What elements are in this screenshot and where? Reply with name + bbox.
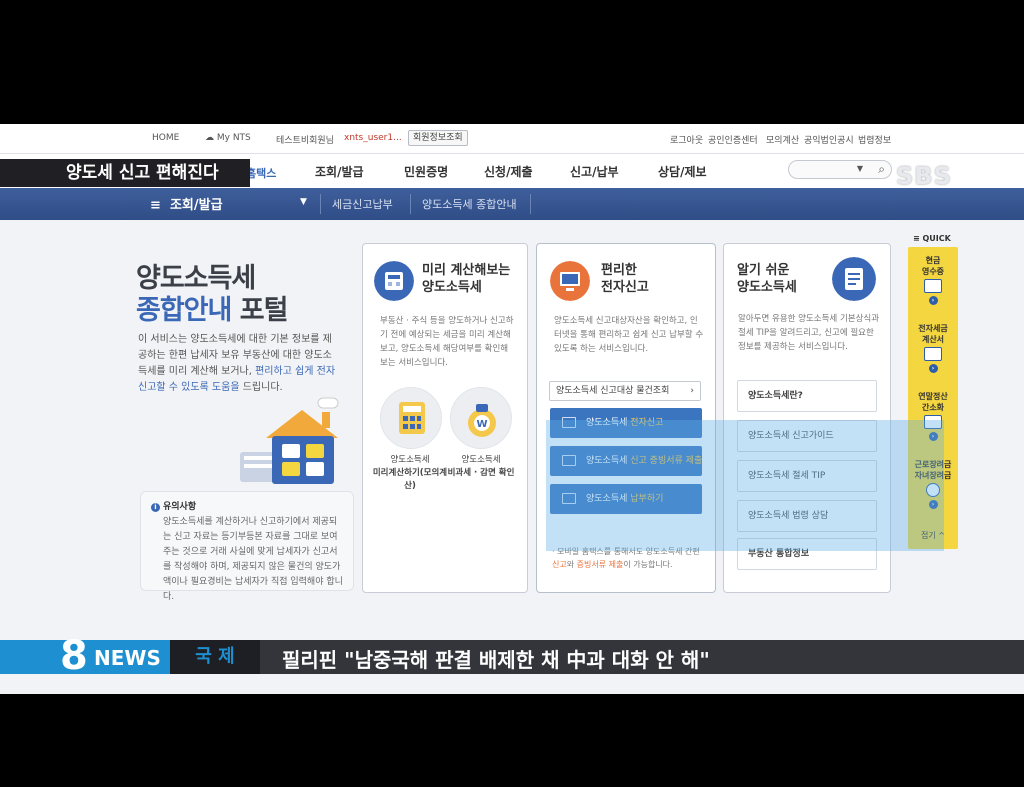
hometax-screen: HOME ☁ My NTS 테스트비회원님 xnts_user1... 회원정보… (0, 124, 1024, 694)
logout-link[interactable]: 로그아웃 (670, 133, 703, 146)
chevron-down-icon[interactable]: ▼ (300, 197, 307, 207)
calculator-icon (399, 402, 425, 434)
tax-exemption-label-l1: 양도소득세 (461, 455, 501, 465)
news-logo-number: 8 (60, 633, 88, 679)
news-logo-word: NEWS (94, 646, 161, 670)
quick-year-end-label: 연말정산 간소화 (918, 392, 948, 412)
hometax-logo[interactable]: 홈택스 (246, 165, 276, 181)
sbs-logo: SBS (896, 162, 952, 190)
quick-e-invoice[interactable]: 전자세금 계산서 › (908, 323, 958, 373)
ticker-text: 필리핀 "남중국해 판결 배제한 채 中과 대화 안 해" (282, 648, 710, 672)
mynts-label: My NTS (216, 133, 251, 143)
divider (320, 194, 321, 214)
tax-exemption-button[interactable]: W (450, 387, 512, 449)
mobile-note-orange1: 신고 (552, 560, 567, 569)
hero-desc-end: 드립니다. (239, 382, 283, 393)
notice-box: i 유의사항 양도소득세를 계산하거나 신고하기에서 제공되는 신고 자료는 등기… (140, 491, 354, 602)
tax-exemption-label[interactable]: 양도소득세비과세 · 감면 확인 (443, 454, 519, 480)
news-ticker: 8 NEWS 국 제 필리핀 "남중국해 판결 배제한 채 中과 대화 안 해" (0, 633, 1024, 679)
arrow-icon: › (928, 296, 938, 305)
card1-title: 미리 계산해보는 양도소득세 (422, 263, 511, 295)
quick-label: ≡ QUICK (913, 234, 951, 243)
mock-calc-label[interactable]: 양도소득세미리계산하기(모의계산) (372, 454, 448, 493)
submenu-label: 조회/발급 (169, 198, 223, 213)
mobile-note-end: 이 가능합니다. (623, 560, 673, 569)
mock-calc-button[interactable] (380, 387, 442, 449)
tax-exemption-label-l2: 비과세 · 감면 확인 (447, 468, 515, 478)
computer-icon (550, 261, 590, 301)
cloud-icon: ☁ (205, 133, 214, 143)
invoice-icon (924, 347, 942, 361)
mock-calc-link[interactable]: 모의계산 (766, 133, 799, 146)
public-corp-link[interactable]: 공익법인공시 (804, 133, 854, 146)
money-bag-icon: W (468, 404, 496, 437)
quick-e-invoice-label: 전자세금 계산서 (918, 324, 948, 344)
quick-cash-receipt-label: 현금 영수증 (921, 256, 945, 276)
asset-inquiry-select[interactable]: 양도소득세 신고대상 물건조회 › (549, 381, 701, 401)
search-icon[interactable]: ⌕ (878, 162, 885, 177)
nav-apply[interactable]: 신청/제출 (484, 163, 533, 180)
document-list-icon (832, 257, 876, 301)
card3-title: 알기 쉬운 양도소득세 (737, 263, 797, 295)
utility-bar: HOME ☁ My NTS 테스트비회원님 xnts_user1... 회원정보… (0, 124, 1024, 154)
news-logo: 8 NEWS (0, 633, 170, 679)
divider (530, 194, 531, 214)
search-input[interactable]: ▼ ⌕ (788, 160, 892, 179)
info-icon: i (151, 503, 160, 512)
arrow-icon: › (928, 364, 938, 373)
notice-title-text: 유의사항 (163, 502, 197, 512)
mobile-note-orange2: 증빙서류 제출 (576, 560, 624, 569)
mock-calc-label-l1: 양도소득세 (390, 455, 430, 465)
quick-cash-receipt[interactable]: 현금 영수증 › (908, 255, 958, 305)
mock-calc-label-l2: 미리계산하기(모의계산) (372, 468, 448, 491)
user-name: 테스트비회원님 (276, 136, 334, 146)
nav-report-pay[interactable]: 신고/납부 (570, 163, 619, 180)
breadcrumb-capital-gains[interactable]: 양도소득세 종합안내 (422, 196, 517, 212)
page-title-blue: 종합안내 (136, 295, 232, 326)
member-info-button[interactable]: 회원정보조회 (408, 130, 468, 146)
nav-inquiry[interactable]: 조회/발급 (315, 163, 364, 180)
highlight-overlay (546, 420, 944, 551)
quick-label-text: QUICK (922, 234, 951, 243)
svg-text:W: W (476, 419, 487, 430)
sub-nav: ≡ 조회/발급 ▼ 세금신고납부 양도소득세 종합안내 (0, 188, 1024, 220)
mobile-note-mid: 와 (566, 560, 577, 569)
home-link[interactable]: HOME (152, 133, 179, 143)
house-calculator-illustration (240, 397, 339, 484)
divider (410, 194, 411, 214)
guide-what-is[interactable]: 양도소득세란? (737, 380, 877, 412)
tax-calc-icon (374, 261, 414, 301)
breadcrumb-tax-report[interactable]: 세금신고납부 (332, 196, 393, 212)
nav-consult[interactable]: 상담/제보 (658, 163, 707, 180)
news-headline: 양도세 신고 편해진다 (0, 159, 250, 187)
nav-certificate[interactable]: 민원증명 (404, 163, 448, 180)
card2-title: 편리한 전자신고 (601, 263, 649, 295)
receipt-icon (924, 279, 942, 293)
user-id: xnts_user1... (344, 133, 402, 143)
hero-description: 이 서비스는 양도소득세에 대한 기본 정보를 제공하는 한편 납세자 보유 부… (138, 332, 338, 396)
asset-inquiry-label: 양도소득세 신고대상 물건조회 (556, 386, 670, 396)
mynts-link[interactable]: ☁ My NTS (205, 133, 251, 143)
notice-text: 양도소득세를 계산하거나 신고하기에서 제공되는 신고 자료는 등기부등본 자료… (163, 517, 343, 602)
card1-description: 부동산 · 주식 등을 양도하거나 신고하기 전에 예상되는 세금을 미리 계산… (380, 316, 514, 368)
submenu-toggle[interactable]: ≡ 조회/발급 (150, 194, 223, 213)
chevron-right-icon: › (690, 386, 694, 396)
law-info-link[interactable]: 법령정보 (858, 133, 891, 146)
card2-description: 양도소득세 신고대상자산을 확인하고, 인터넷을 통해 편리하고 쉽게 신고 납… (554, 316, 704, 354)
card3-description: 알아두면 유용한 양도소득세 기본상식과 절세 TIP을 알려드리고, 신고에 … (738, 314, 880, 352)
notice-title: i 유의사항 (151, 500, 343, 515)
page-title-line2: 종합안내 포털 (136, 288, 289, 327)
news-category: 국 제 (170, 640, 260, 674)
chevron-down-icon[interactable]: ▼ (857, 164, 863, 173)
cert-center-link[interactable]: 공인인증센터 (708, 133, 758, 146)
page-title-dark: 포털 (239, 295, 289, 326)
